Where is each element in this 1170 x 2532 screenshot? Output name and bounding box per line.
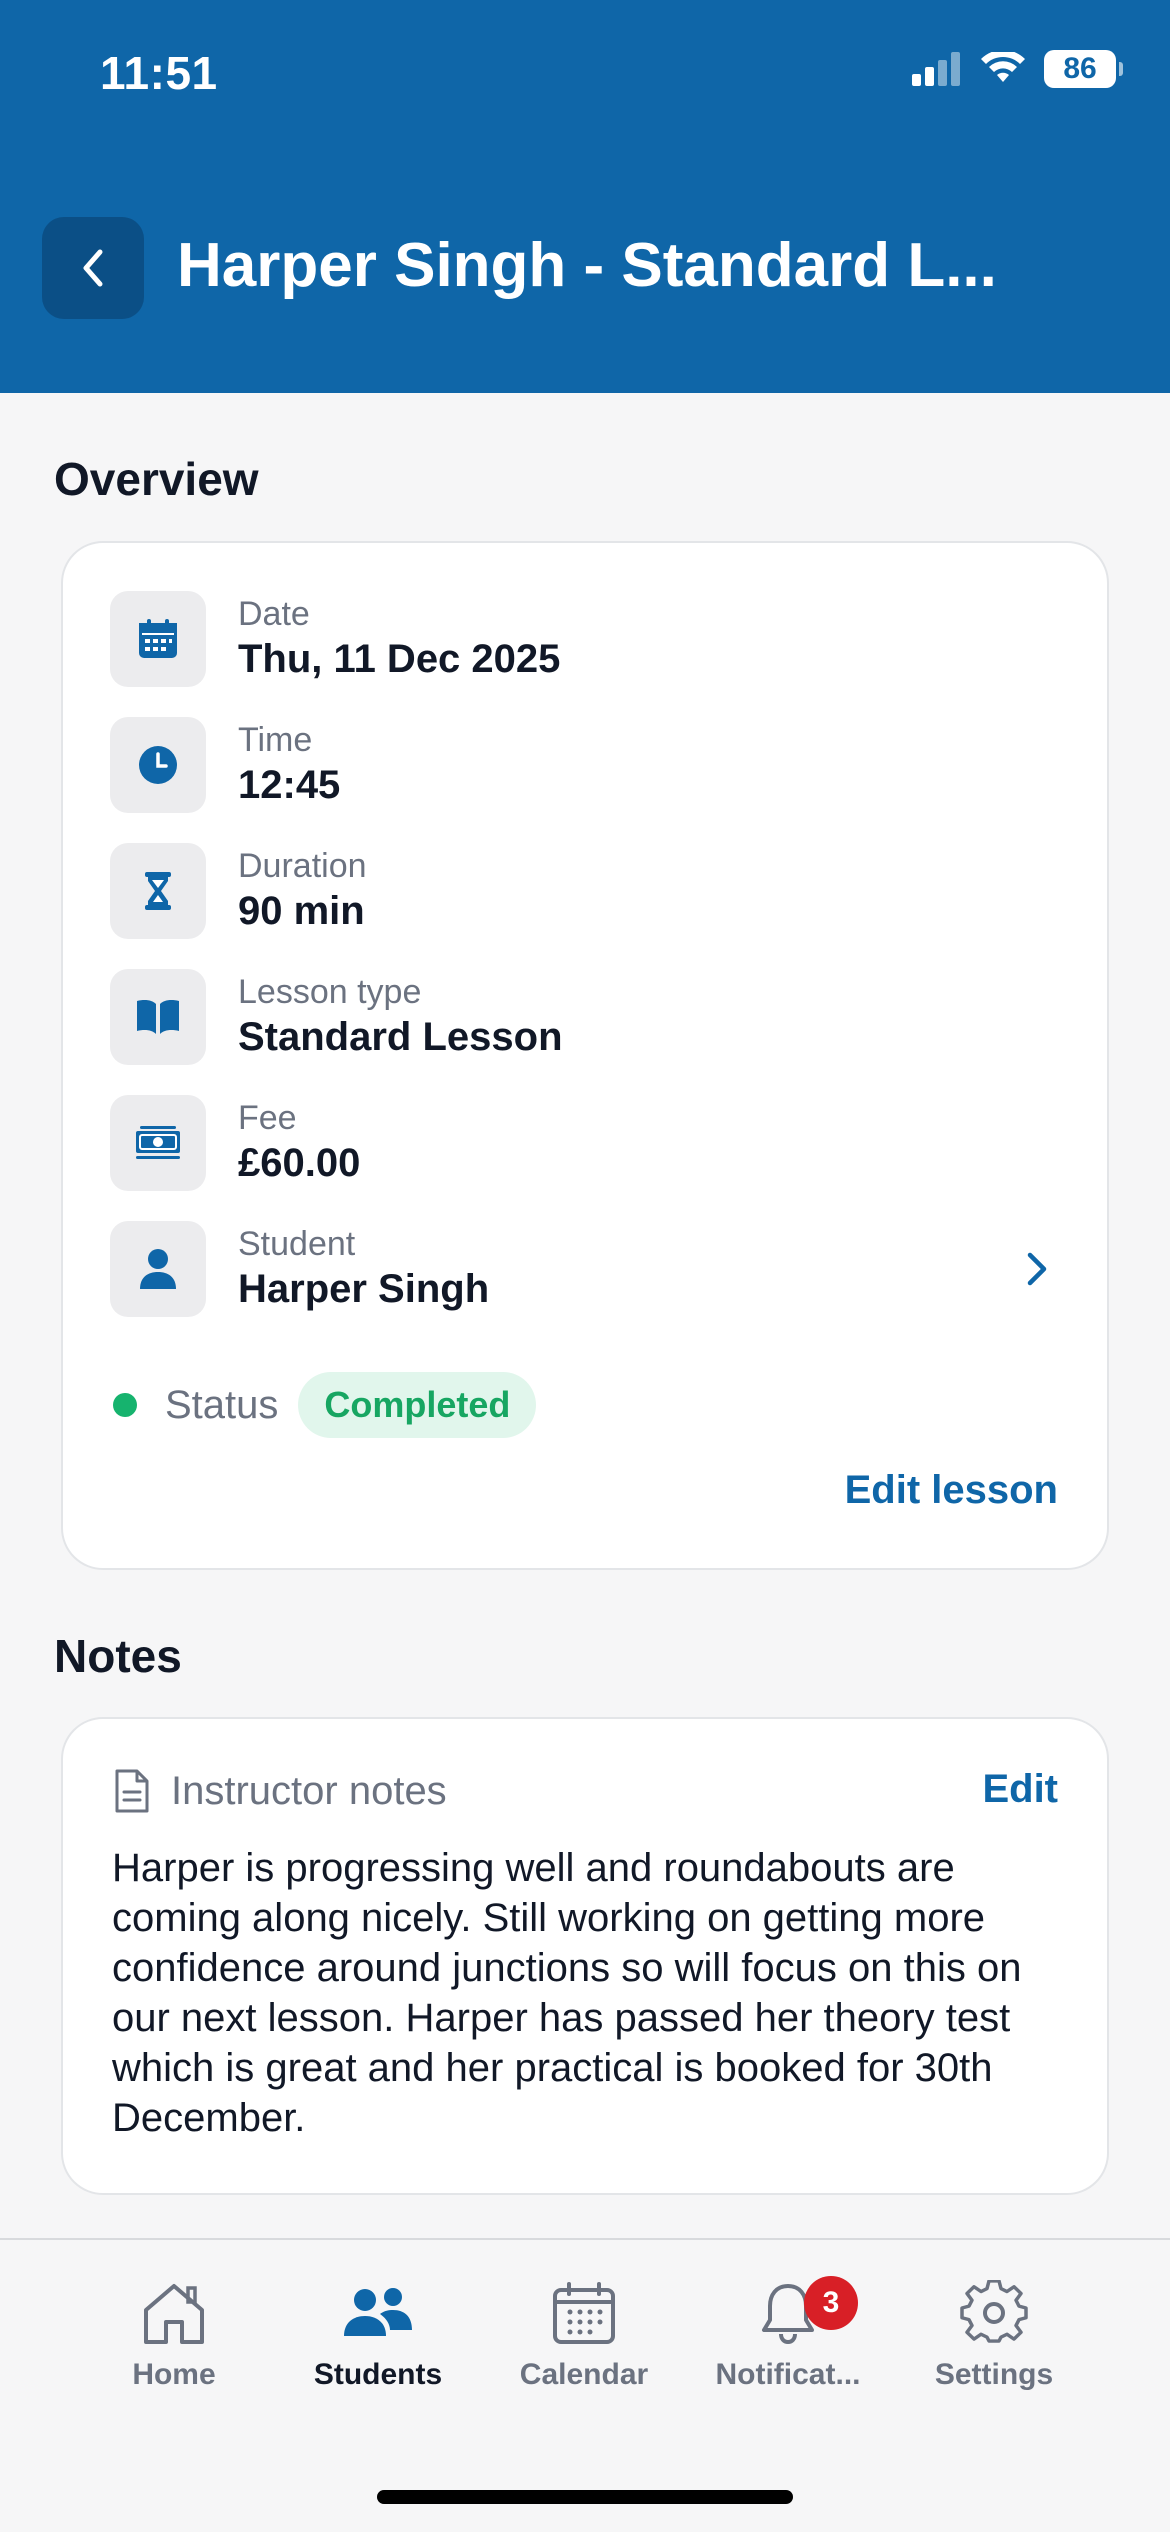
date-value: Thu, 11 Dec 2025 xyxy=(238,637,561,681)
tab-calendar[interactable]: Calendar xyxy=(484,2280,684,2392)
edit-lesson-link[interactable]: Edit lesson xyxy=(845,1468,1058,1513)
tab-students[interactable]: Students xyxy=(278,2280,478,2392)
date-label: Date xyxy=(238,595,310,633)
page-title: Harper Singh - Standard L... xyxy=(177,231,997,300)
status-label: Status xyxy=(165,1382,279,1427)
back-button[interactable] xyxy=(42,217,144,319)
tab-notifications-label: Notificat... xyxy=(715,2358,861,2391)
tab-home[interactable]: Home xyxy=(74,2280,274,2392)
gear-icon xyxy=(960,2280,1028,2343)
person-icon xyxy=(110,1221,206,1317)
home-icon xyxy=(144,2284,204,2344)
tab-notifications[interactable]: 3 Notificat... xyxy=(688,2276,888,2392)
time-value: 12:45 xyxy=(238,763,341,807)
notification-count-badge: 3 xyxy=(804,2276,858,2330)
chevron-left-icon xyxy=(83,249,103,287)
instructor-notes-label: Instructor notes xyxy=(171,1768,447,1813)
lesson-type-row: Lesson type Standard Lesson xyxy=(110,969,563,1065)
signal-icon xyxy=(912,52,960,86)
status-icons: 86 xyxy=(912,50,1123,88)
time-row: Time 12:45 xyxy=(110,717,340,813)
student-value: Harper Singh xyxy=(238,1267,490,1311)
lesson-type-value: Standard Lesson xyxy=(238,1015,563,1059)
clock-icon xyxy=(110,717,206,813)
student-row[interactable]: Student Harper Singh xyxy=(110,1221,1050,1317)
calendar-icon xyxy=(110,591,206,687)
calendar-icon xyxy=(553,2282,615,2344)
lesson-type-label: Lesson type xyxy=(238,973,422,1011)
overview-section-title: Overview xyxy=(54,453,259,505)
notes-section-title: Notes xyxy=(54,1630,182,1682)
duration-row: Duration 90 min xyxy=(110,843,367,939)
tab-settings-label: Settings xyxy=(934,2358,1054,2391)
duration-label: Duration xyxy=(238,847,367,885)
home-indicator xyxy=(377,2490,793,2504)
students-icon xyxy=(344,2288,412,2336)
book-icon xyxy=(110,969,206,1065)
status-dot-icon xyxy=(113,1393,137,1417)
banknote-icon xyxy=(110,1095,206,1191)
fee-label: Fee xyxy=(238,1099,297,1137)
notes-body: Harper is progressing well and roundabou… xyxy=(112,1846,1022,2140)
student-label: Student xyxy=(238,1225,356,1263)
time-label: Time xyxy=(238,721,313,759)
fee-row: Fee £60.00 xyxy=(110,1095,360,1191)
notes-header: Instructor notes xyxy=(113,1768,447,1814)
tab-home-label: Home xyxy=(132,2358,216,2391)
status-row: Status Completed xyxy=(113,1372,537,1438)
fee-value: £60.00 xyxy=(238,1141,361,1185)
battery-indicator: 86 xyxy=(1044,50,1123,88)
edit-notes-button[interactable]: Edit xyxy=(982,1767,1058,1812)
tab-students-label: Students xyxy=(313,2358,443,2391)
duration-value: 90 min xyxy=(238,889,365,933)
date-row: Date Thu, 11 Dec 2025 xyxy=(110,591,560,687)
app-header: 11:51 86 Harper Singh - Standard L... xyxy=(0,0,1170,393)
status-time: 11:51 xyxy=(100,47,218,99)
wifi-icon xyxy=(981,52,1025,82)
chevron-right-icon[interactable] xyxy=(1022,1247,1052,1291)
tab-settings[interactable]: Settings xyxy=(894,2280,1094,2392)
document-icon xyxy=(115,1769,149,1813)
hourglass-icon xyxy=(110,843,206,939)
status-badge: Completed xyxy=(298,1372,537,1438)
tab-bar: Home Students Calendar 3 Notificat... Se… xyxy=(0,2238,1170,2532)
tab-calendar-label: Calendar xyxy=(519,2358,649,2391)
